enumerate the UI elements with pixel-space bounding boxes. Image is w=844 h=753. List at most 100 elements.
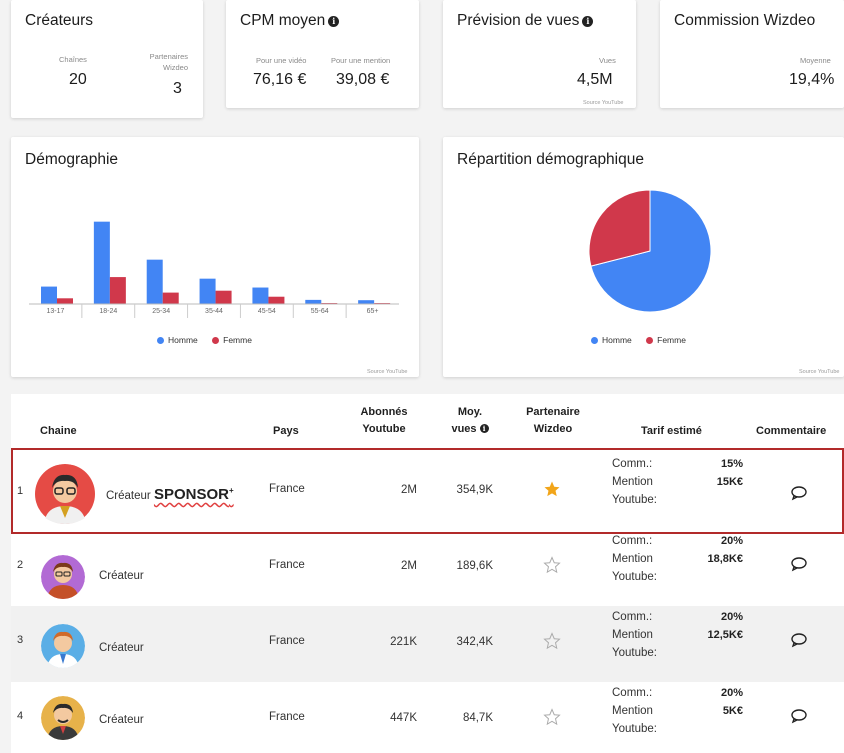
bar-homme-45-54[interactable] [252, 287, 269, 304]
card-commission: Commission Wizdeo Moyenne 19,4% [660, 0, 844, 108]
card-title: CPM moyen i [240, 12, 340, 30]
card-createurs: Créateurs Chaînes 20 Partenaires Wizdeo … [11, 0, 203, 118]
card-title: Prévision de vues i [457, 12, 594, 30]
bar-femme-25-34[interactable] [162, 292, 179, 304]
header-partenaire[interactable]: Partenaire Wizdeo [515, 405, 591, 437]
bar-homme-18-24[interactable] [93, 221, 110, 304]
header-pays[interactable]: Pays [273, 424, 299, 439]
avatar[interactable] [41, 624, 85, 668]
bar-femme-13-17[interactable] [57, 298, 73, 304]
info-icon[interactable]: i [479, 424, 489, 433]
header-chaine[interactable]: Chaine [40, 424, 77, 439]
creator-name[interactable]: Créateur [99, 642, 144, 654]
x-tick-label: 13-17 [46, 308, 65, 315]
mention-label: Pour une mention [331, 56, 391, 65]
cpm-title: CPM moyen [240, 12, 326, 29]
star-outline-icon[interactable] [543, 556, 561, 574]
table-row[interactable]: 1 Créateur SPONSOR+ France 2M 354,9K Com… [11, 448, 844, 534]
comm-value: 15% [720, 458, 743, 470]
card-prevision: Prévision de vues i Vues 4,5M Source YouT… [443, 0, 636, 108]
legend-item-femme[interactable]: Femme [212, 335, 252, 345]
creator-name[interactable]: Créateur [99, 714, 144, 726]
youtube-label: Youtube: [612, 494, 657, 506]
chaines-label: Chaînes [59, 55, 87, 64]
card-cpm: CPM moyen i Pour une vidéo 76,16 € Pour u… [226, 0, 419, 108]
creator-name[interactable]: Créateur SPONSOR+ [106, 486, 234, 503]
legend-dot-icon [212, 337, 220, 344]
pays-cell: France [269, 559, 305, 571]
header-commentaire[interactable]: Commentaire [756, 424, 826, 439]
vues-cell: 354,9K [456, 484, 493, 496]
comm-label: Comm.: [612, 687, 653, 699]
vues-cell: 84,7K [462, 712, 493, 724]
header-moy-line1: Moy. [457, 406, 483, 418]
pays-cell: France [269, 711, 305, 723]
partenaires-label: Partenaires Wizdeo [136, 51, 188, 73]
avatar[interactable] [32, 464, 98, 524]
vues-value: 4,5M [577, 71, 613, 88]
header-abonnes[interactable]: Abonnés Youtube [352, 405, 416, 437]
star-outline-icon[interactable] [543, 632, 561, 650]
bar-homme-13-17[interactable] [41, 286, 57, 304]
table-row[interactable]: 2 Créateur France 2M 189,6K Comm.: Menti… [11, 534, 844, 606]
mention-label: Mention [612, 476, 653, 488]
vues-cell: 342,4K [456, 636, 493, 648]
bar-femme-45-54[interactable] [268, 296, 285, 304]
comm-value: 20% [720, 535, 743, 547]
row-number: 2 [17, 559, 24, 571]
source-label: Source YouTube [583, 100, 624, 106]
tarif-labels: Comm.: Mention Youtube: [612, 608, 657, 662]
comm-value: 20% [720, 611, 743, 623]
bar-homme-35-44[interactable] [199, 278, 216, 304]
tarif-values: 20% 5K€ [691, 684, 743, 720]
legend-dot-icon [591, 337, 598, 344]
commission-title: Commission Wizdeo [674, 12, 816, 29]
x-tick-label: 45-54 [257, 308, 276, 315]
pays-cell: France [269, 483, 305, 495]
comment-icon[interactable] [790, 708, 808, 724]
header-tarif[interactable]: Tarif estimé [641, 424, 702, 439]
comment-icon[interactable] [790, 632, 808, 648]
tarif-values: 15% 15K€ [691, 455, 743, 491]
tarif-labels: Comm.: Mention Youtube: [612, 684, 657, 738]
creator-avatar-icon [41, 555, 85, 599]
avatar[interactable] [41, 696, 85, 740]
bar-homme-25-34[interactable] [146, 259, 163, 304]
comm-label: Comm.: [612, 611, 653, 623]
legend-dot-icon [646, 337, 654, 344]
mention-label: Mention [612, 553, 653, 565]
x-tick-label: 25-34 [152, 308, 171, 315]
creator-name[interactable]: Créateur [99, 570, 144, 582]
header-moy-vues[interactable]: Moy. vues i [440, 405, 500, 437]
legend-item-homme[interactable]: Homme [157, 335, 198, 345]
star-filled-icon[interactable] [543, 480, 561, 498]
comm-label: Comm.: [612, 535, 653, 547]
avatar[interactable] [41, 555, 85, 599]
bar-femme-18-24[interactable] [109, 277, 126, 304]
table-row[interactable]: 3 Créateur France 221K 342,4K Comm.: Men… [11, 606, 844, 682]
table-row[interactable]: 4 Créateur France 447K 84,7K Comm.: Ment… [11, 682, 844, 753]
comment-icon[interactable] [790, 556, 808, 572]
star-outline-icon[interactable] [543, 708, 561, 726]
bar-homme-65+[interactable] [358, 300, 375, 304]
mention-value: 5K€ [722, 705, 743, 717]
comment-icon[interactable] [790, 485, 808, 501]
bar-homme-55-64[interactable] [305, 299, 322, 304]
moyenne-label: Moyenne [800, 56, 831, 65]
legend-item-femme[interactable]: Femme [646, 335, 686, 345]
tarif-values: 20% 18,8K€ [691, 532, 743, 568]
bar-femme-35-44[interactable] [215, 290, 232, 304]
mention-label: Mention [612, 629, 653, 641]
vues-label: Vues [599, 56, 616, 65]
legend-item-homme[interactable]: Homme [591, 335, 632, 345]
creator-avatar-icon [35, 464, 95, 524]
sponsor-badge-label: SPONSOR [153, 486, 229, 503]
x-tick-label: 18-24 [99, 308, 118, 315]
info-icon[interactable]: i [582, 16, 594, 27]
mention-label: Mention [612, 705, 653, 717]
prevision-title: Prévision de vues [457, 12, 580, 29]
creator-avatar-icon [41, 696, 85, 740]
partenaires-label-1: Partenaires [149, 52, 188, 61]
header-part-line1: Partenaire [526, 406, 580, 418]
info-icon[interactable]: i [328, 16, 340, 27]
